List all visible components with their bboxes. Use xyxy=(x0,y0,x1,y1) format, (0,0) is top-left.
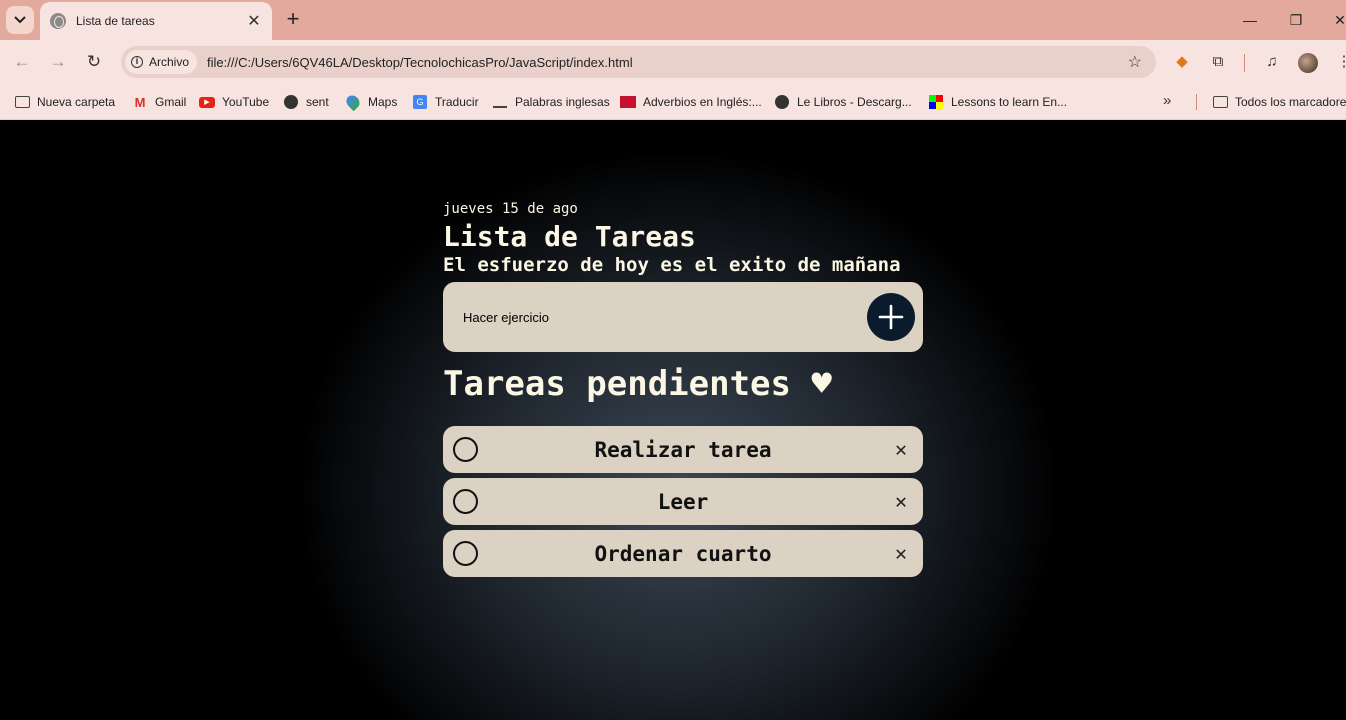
task-item: Ordenar cuarto ✕ xyxy=(443,530,923,577)
globe-icon xyxy=(283,94,299,110)
colorful-icon xyxy=(928,94,944,110)
browser-toolbar: ← → ↻ i Archivo file:///C:/Users/6QV46LA… xyxy=(0,40,1346,84)
bookmark-star-icon[interactable]: ☆ xyxy=(1128,52,1142,72)
task-item: Realizar tarea ✕ xyxy=(443,426,923,473)
address-bar[interactable]: i Archivo file:///C:/Users/6QV46LA/Deskt… xyxy=(121,46,1156,78)
more-menu-icon[interactable]: ⋮ xyxy=(1334,52,1346,72)
maps-icon xyxy=(343,92,363,112)
bookmark-label: Palabras inglesas xyxy=(515,95,610,109)
pending-heading: Tareas pendientes ♥ xyxy=(443,364,832,404)
task-text: Leer xyxy=(657,489,709,514)
task-item: Leer ✕ xyxy=(443,478,923,525)
circle-check-icon[interactable] xyxy=(453,437,478,462)
close-icon[interactable]: ✕ xyxy=(246,11,262,31)
bookmark-item[interactable]: Maps xyxy=(343,92,398,112)
page-title: Lista de Tareas xyxy=(443,220,696,253)
bookmark-label: Traducir xyxy=(435,95,479,109)
info-icon: i xyxy=(131,56,143,68)
bookmarks-bar: Nueva carpeta M Gmail ▶ YouTube sent Maps … xyxy=(0,84,1346,120)
todo-app: jueves 15 de ago Lista de Tareas El esfu… xyxy=(443,201,923,582)
chevron-double-right-icon[interactable]: » xyxy=(1163,92,1171,109)
add-task-button[interactable] xyxy=(867,293,915,341)
delete-task-icon[interactable]: ✕ xyxy=(893,439,909,459)
bookmark-item[interactable]: M Gmail xyxy=(132,93,187,111)
gmail-icon: M xyxy=(134,94,146,110)
plus-icon xyxy=(878,304,904,330)
folder-icon xyxy=(14,94,30,110)
close-window-icon[interactable]: ✕ xyxy=(1330,10,1346,30)
site-info-label: Archivo xyxy=(149,55,190,69)
tab-title: Lista de tareas xyxy=(76,14,155,28)
bookmark-item[interactable]: Palabras inglesas xyxy=(492,93,610,111)
site-info-chip[interactable]: i Archivo xyxy=(125,50,198,74)
bookmark-item[interactable]: Nueva carpeta xyxy=(14,93,115,111)
page-subtitle: El esfuerzo de hoy es el exito de mañana xyxy=(443,254,901,276)
bookmark-label: Lessons to learn En... xyxy=(951,95,1068,109)
task-list: Realizar tarea ✕ Leer ✕ Ordenar cuarto ✕ xyxy=(443,426,923,577)
metamask-fox-icon[interactable]: ◆ xyxy=(1172,52,1192,72)
globe-icon xyxy=(774,94,790,110)
bookmark-label: Gmail xyxy=(155,95,187,109)
forward-icon[interactable]: → xyxy=(48,52,68,72)
new-task-form xyxy=(443,282,923,352)
chevron-down-icon xyxy=(14,16,26,24)
circle-check-icon[interactable] xyxy=(453,489,478,514)
url-text[interactable]: file:///C:/Users/6QV46LA/Desktop/Tecnolo… xyxy=(207,55,1128,70)
minimize-icon[interactable]: — xyxy=(1240,10,1260,30)
globe-icon xyxy=(50,13,66,29)
new-tab-button[interactable]: + xyxy=(282,8,304,32)
circle-check-icon[interactable] xyxy=(453,541,478,566)
page-viewport: jueves 15 de ago Lista de Tareas El esfu… xyxy=(0,121,1346,720)
browser-tab[interactable]: Lista de tareas ✕ xyxy=(40,2,272,40)
bookmark-label: YouTube xyxy=(222,95,270,109)
bookmark-label: sent xyxy=(306,95,329,109)
bookmark-label: Le Libros - Descarg... xyxy=(797,95,912,109)
translate-icon: G xyxy=(412,94,428,110)
youtube-icon: ▶ xyxy=(199,94,215,110)
toolbar-divider xyxy=(1244,54,1245,72)
extensions-puzzle-icon[interactable]: ⧉ xyxy=(1208,52,1228,72)
profile-avatar[interactable] xyxy=(1298,53,1318,73)
bookmark-label: Nueva carpeta xyxy=(37,95,116,109)
restore-icon[interactable]: ❐ xyxy=(1286,10,1306,30)
task-text: Realizar tarea xyxy=(594,437,772,462)
bookmark-item[interactable]: Adverbios en Inglés:... xyxy=(620,93,762,111)
delete-task-icon[interactable]: ✕ xyxy=(893,543,909,563)
reload-icon[interactable]: ↻ xyxy=(84,52,104,72)
current-date: jueves 15 de ago xyxy=(443,201,578,217)
uk-flag-icon xyxy=(620,94,636,110)
media-controls-icon[interactable]: ♫ xyxy=(1262,52,1282,72)
bookmark-icon xyxy=(492,94,508,110)
back-icon[interactable]: ← xyxy=(12,52,32,72)
bookmark-label: Todos los marcadores xyxy=(1235,95,1346,109)
tab-search-button[interactable] xyxy=(6,6,34,34)
task-text: Ordenar cuarto xyxy=(594,541,772,566)
bookmarks-divider xyxy=(1196,94,1197,110)
bookmark-item[interactable]: G Traducir xyxy=(412,93,479,111)
folder-icon xyxy=(1212,94,1228,110)
bookmark-label: Maps xyxy=(368,95,398,109)
bookmark-item[interactable]: Le Libros - Descarg... xyxy=(774,93,912,111)
bookmark-label: Adverbios en Inglés:... xyxy=(643,95,762,109)
new-task-input[interactable] xyxy=(463,309,867,325)
tab-strip: Lista de tareas ✕ + — ❐ ✕ xyxy=(0,0,1346,40)
all-bookmarks-item[interactable]: Todos los marcadores xyxy=(1212,93,1346,111)
bookmark-item[interactable]: Lessons to learn En... xyxy=(928,93,1067,111)
bookmark-item[interactable]: ▶ YouTube xyxy=(199,93,269,111)
delete-task-icon[interactable]: ✕ xyxy=(893,491,909,511)
bookmark-item[interactable]: sent xyxy=(283,93,329,111)
